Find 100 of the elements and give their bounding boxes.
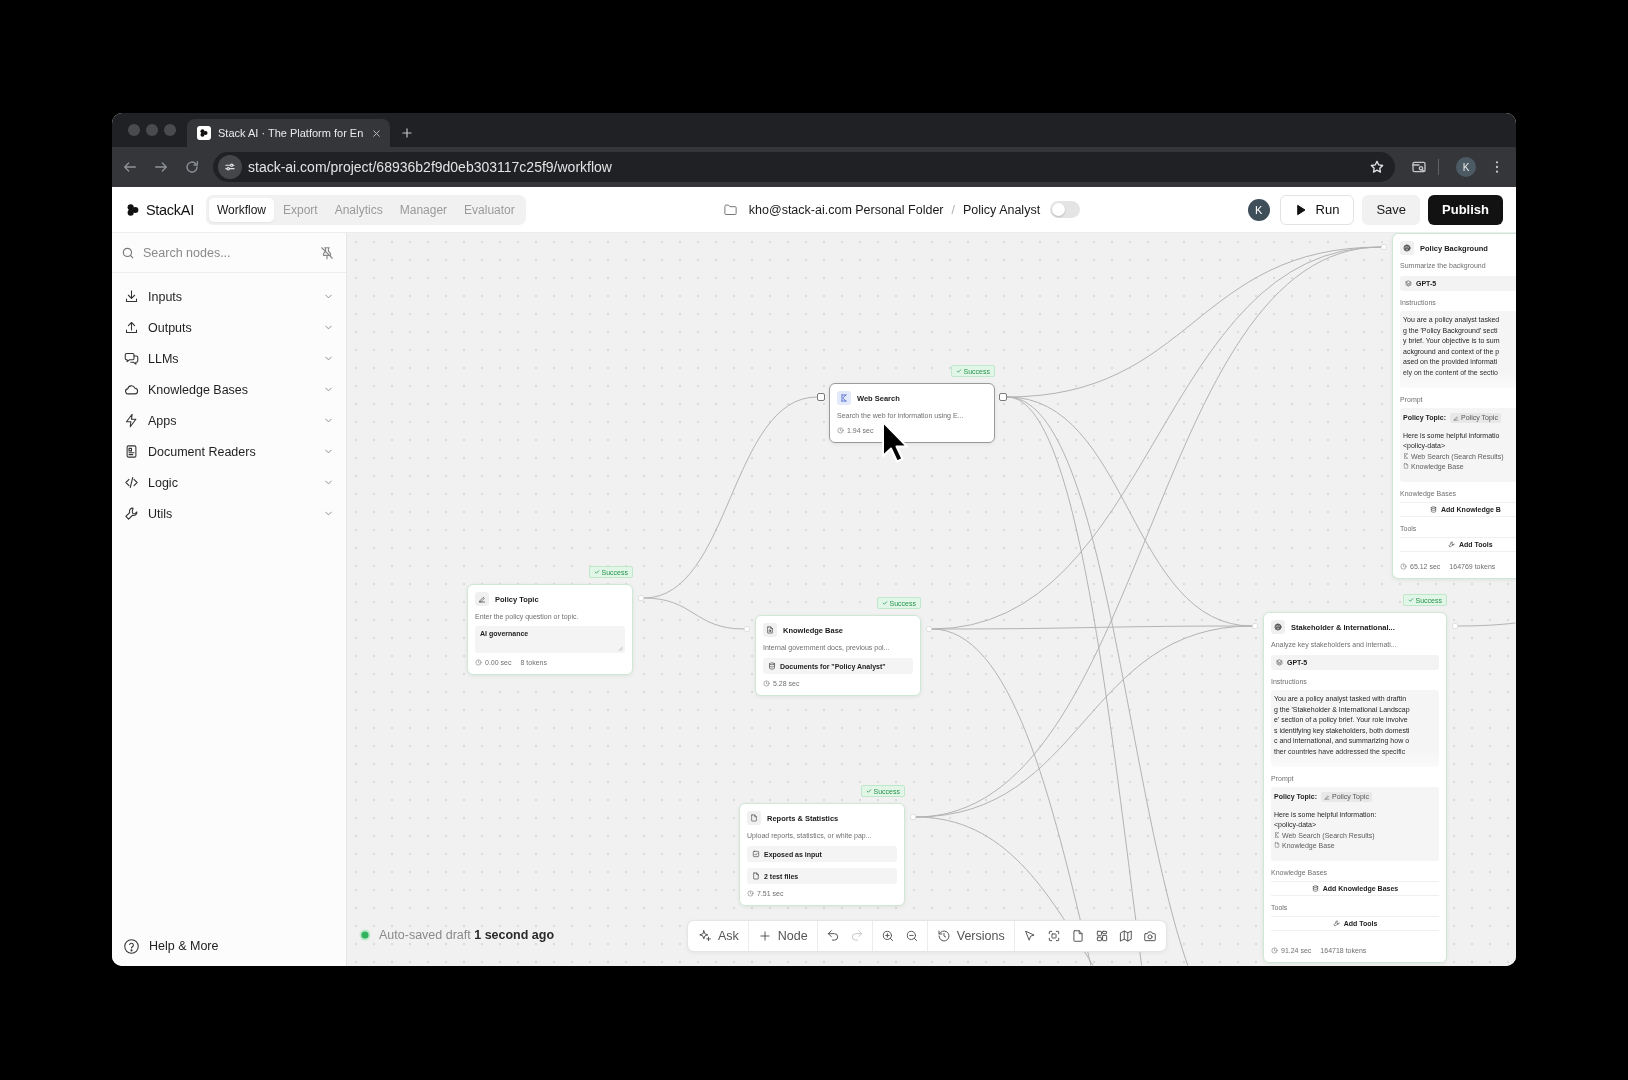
favicon-icon (197, 126, 211, 140)
workflow-node[interactable] (1392, 233, 1516, 579)
resize-handle-icon[interactable] (618, 646, 623, 651)
zoom-in-icon (880, 929, 895, 943)
new-tab-icon[interactable] (400, 126, 414, 140)
file-icon (1403, 463, 1409, 469)
view-tab[interactable]: Workflow (208, 197, 274, 222)
undo-icon (825, 929, 840, 943)
workflow-node[interactable] (1263, 612, 1447, 963)
sidebar-item[interactable]: Utils (112, 498, 346, 529)
document-icon (747, 811, 761, 825)
user-avatar[interactable]: K (1247, 198, 1270, 221)
help-link[interactable]: Help & More (112, 926, 346, 966)
tab-search-icon[interactable] (1411, 159, 1427, 175)
connector-line (1457, 622, 1516, 627)
sidebar-item[interactable]: Outputs (112, 312, 346, 343)
autosave-status: Auto-saved draft 1 second ago (379, 928, 555, 942)
file-icon (1070, 929, 1085, 943)
address-field[interactable]: stack-ai.com/project/68936b2f9d0eb303117c25f9/workflow (213, 152, 1395, 182)
pointer-icon (1022, 929, 1037, 943)
check-icon (955, 368, 962, 374)
clock-icon (1271, 947, 1278, 954)
ask-button[interactable]: Ask (692, 923, 745, 949)
database-icon (768, 662, 776, 670)
logo-icon (1403, 453, 1409, 459)
brand-name: StackAI (146, 201, 194, 218)
connection-handle[interactable] (999, 393, 1007, 401)
brand-logo-icon (125, 201, 141, 218)
check-icon (593, 569, 600, 575)
wrench-icon (124, 506, 139, 521)
add-node-button[interactable]: Node (751, 923, 814, 949)
connection-handle[interactable] (817, 393, 825, 401)
database-icon (1311, 885, 1319, 892)
lightning-icon (124, 413, 139, 428)
chat-icon (124, 351, 139, 366)
window-close-button[interactable] (128, 124, 140, 136)
sidebar-item[interactable]: Document Readers (112, 436, 346, 467)
grid-icon (1094, 929, 1109, 943)
focus-frame-icon (1046, 929, 1061, 943)
check-icon (881, 600, 888, 606)
status-dot-icon (359, 929, 371, 941)
unpin-icon[interactable] (320, 245, 334, 260)
sidebar-item[interactable]: Knowledge Bases (112, 374, 346, 405)
hexagon-logo-icon (1271, 620, 1285, 634)
plus-icon (757, 929, 772, 943)
zoom-out-icon (904, 929, 919, 943)
database-icon (1430, 506, 1437, 513)
reload-icon[interactable] (184, 159, 200, 175)
search-icon (121, 245, 135, 260)
sidebar-item[interactable]: Apps (112, 405, 346, 436)
folder-link[interactable]: kho@stack-ai.com Personal Folder (748, 202, 944, 217)
wrench-icon (1332, 920, 1340, 927)
sidebar-item[interactable]: Logic (112, 467, 346, 498)
run-button[interactable]: Run (1279, 194, 1355, 225)
browser-tab[interactable]: Stack AI · The Platform for En (187, 119, 390, 147)
site-settings-icon[interactable] (218, 155, 242, 179)
project-name[interactable]: Policy Analyst (963, 202, 1041, 217)
play-icon (1294, 203, 1307, 216)
search-field[interactable]: Search nodes... (143, 243, 312, 262)
clock-icon (475, 659, 482, 666)
clock-icon (837, 427, 844, 434)
clock-icon (747, 890, 754, 897)
close-icon[interactable] (371, 127, 382, 139)
forward-icon[interactable] (153, 159, 169, 175)
map-icon (1118, 929, 1133, 943)
camera-icon (1142, 929, 1157, 943)
bookmark-star-icon[interactable] (1369, 159, 1385, 175)
versions-button[interactable]: Versions (930, 923, 1011, 949)
file-icon (1274, 842, 1280, 848)
help-icon (123, 937, 140, 955)
code-icon (124, 475, 139, 490)
document-icon (124, 444, 139, 459)
hexagon-logo-icon (1400, 241, 1414, 255)
window-minimize-button[interactable] (146, 124, 158, 136)
folder-icon (722, 202, 738, 217)
back-icon[interactable] (122, 159, 138, 175)
clock-icon (763, 680, 770, 687)
sidebar-item[interactable]: LLMs (112, 343, 346, 374)
document-icon (763, 623, 777, 637)
redo-icon (849, 929, 864, 943)
cloud-icon (124, 382, 139, 397)
layers-icon (1276, 659, 1283, 666)
sidebar-item[interactable]: Inputs (112, 281, 346, 312)
pencil-icon (475, 592, 489, 606)
download-icon (124, 289, 139, 304)
check-icon (865, 788, 872, 794)
breadcrumb-separator: / (951, 202, 955, 217)
pencil-icon (1324, 793, 1331, 800)
layers-icon (1405, 280, 1412, 287)
window-zoom-button[interactable] (164, 124, 176, 136)
clock-icon (1400, 563, 1407, 570)
save-button[interactable]: Save (1362, 194, 1421, 225)
pencil-icon (1453, 414, 1460, 421)
file-icon (752, 872, 760, 880)
history-icon (936, 929, 951, 943)
toggle-switch[interactable] (1050, 201, 1081, 218)
sparkle-icon (698, 929, 712, 943)
publish-button[interactable]: Publish (1428, 194, 1503, 225)
check-icon (1407, 597, 1414, 603)
profile-avatar[interactable]: K (1456, 157, 1476, 177)
